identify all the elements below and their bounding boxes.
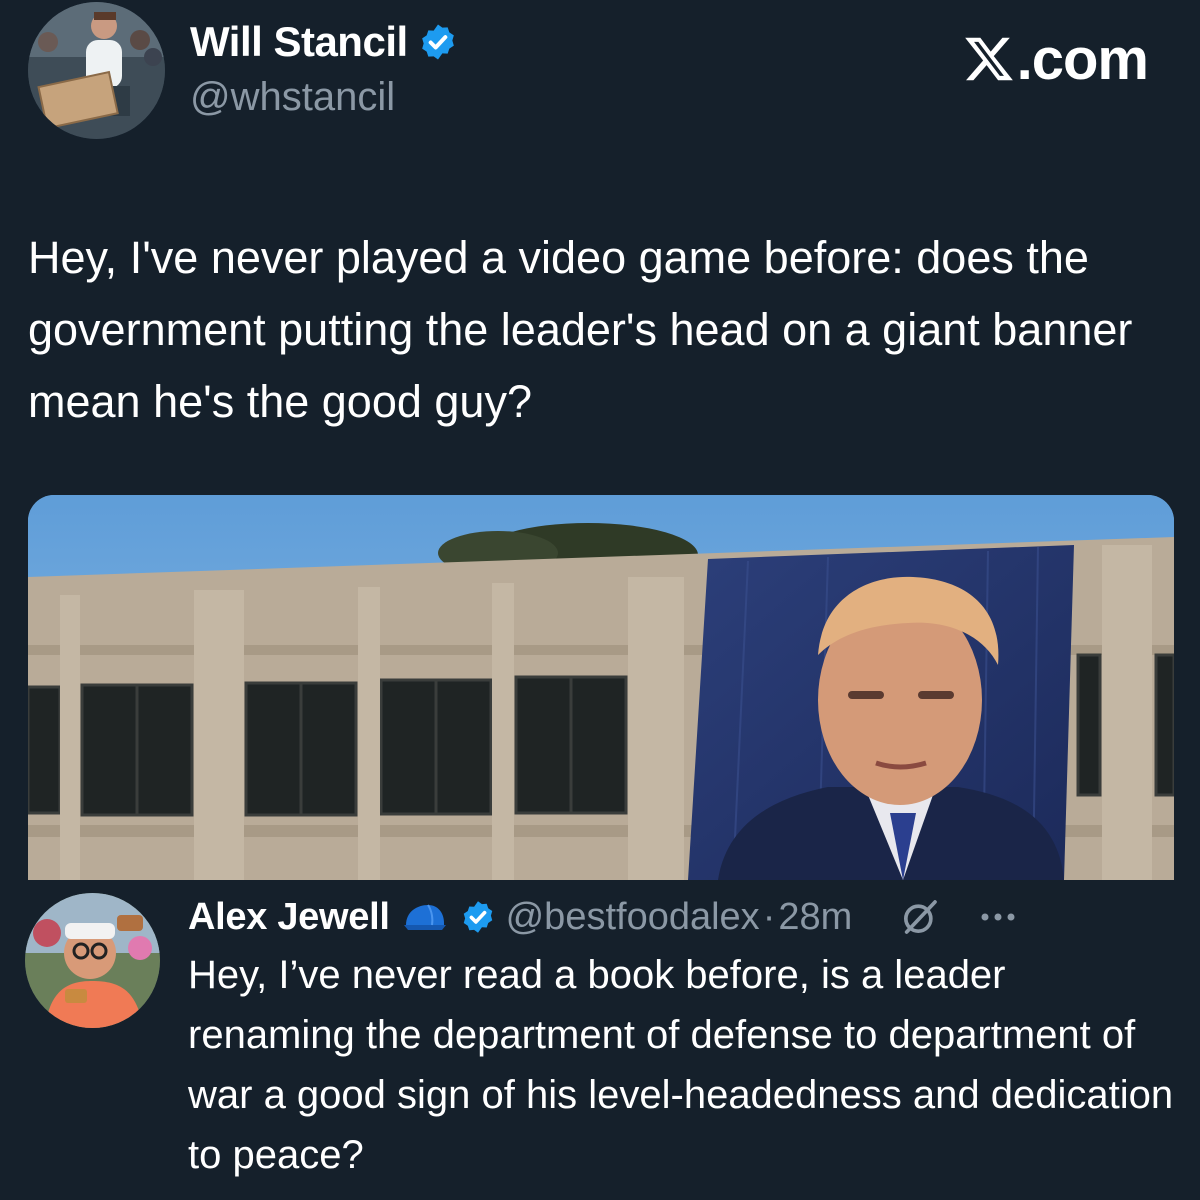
verified-badge-icon bbox=[421, 24, 454, 60]
tweet-photo[interactable] bbox=[28, 495, 1174, 880]
reply-header: Alex Jewell @bestfoodalex · 28m bbox=[188, 893, 1178, 941]
reply-author-handle[interactable]: @bestfoodalex bbox=[506, 896, 760, 939]
reply-author-name[interactable]: Alex Jewell bbox=[188, 896, 390, 939]
reply-separator: · bbox=[762, 895, 776, 938]
reply-text: Hey, I’ve never read a book before, is a… bbox=[188, 953, 1174, 1177]
more-options-icon[interactable] bbox=[978, 910, 1018, 924]
reply-author-avatar[interactable] bbox=[25, 893, 160, 1028]
grok-icon[interactable] bbox=[900, 897, 940, 937]
author-avatar[interactable] bbox=[28, 2, 165, 139]
site-logo-text: .com bbox=[1016, 27, 1149, 92]
author-handle[interactable]: @whstancil bbox=[190, 75, 395, 120]
author-name[interactable]: Will Stancil bbox=[190, 18, 458, 66]
reply-timestamp[interactable]: 28m bbox=[778, 896, 852, 939]
cap-icon bbox=[403, 904, 446, 930]
verified-badge-icon bbox=[463, 901, 492, 933]
tweet-text: Hey, I've never played a video game befo… bbox=[28, 232, 1133, 427]
x-logo-icon bbox=[964, 37, 1013, 81]
author-name-text: Will Stancil bbox=[190, 18, 408, 65]
site-logo: .com bbox=[963, 26, 1149, 93]
